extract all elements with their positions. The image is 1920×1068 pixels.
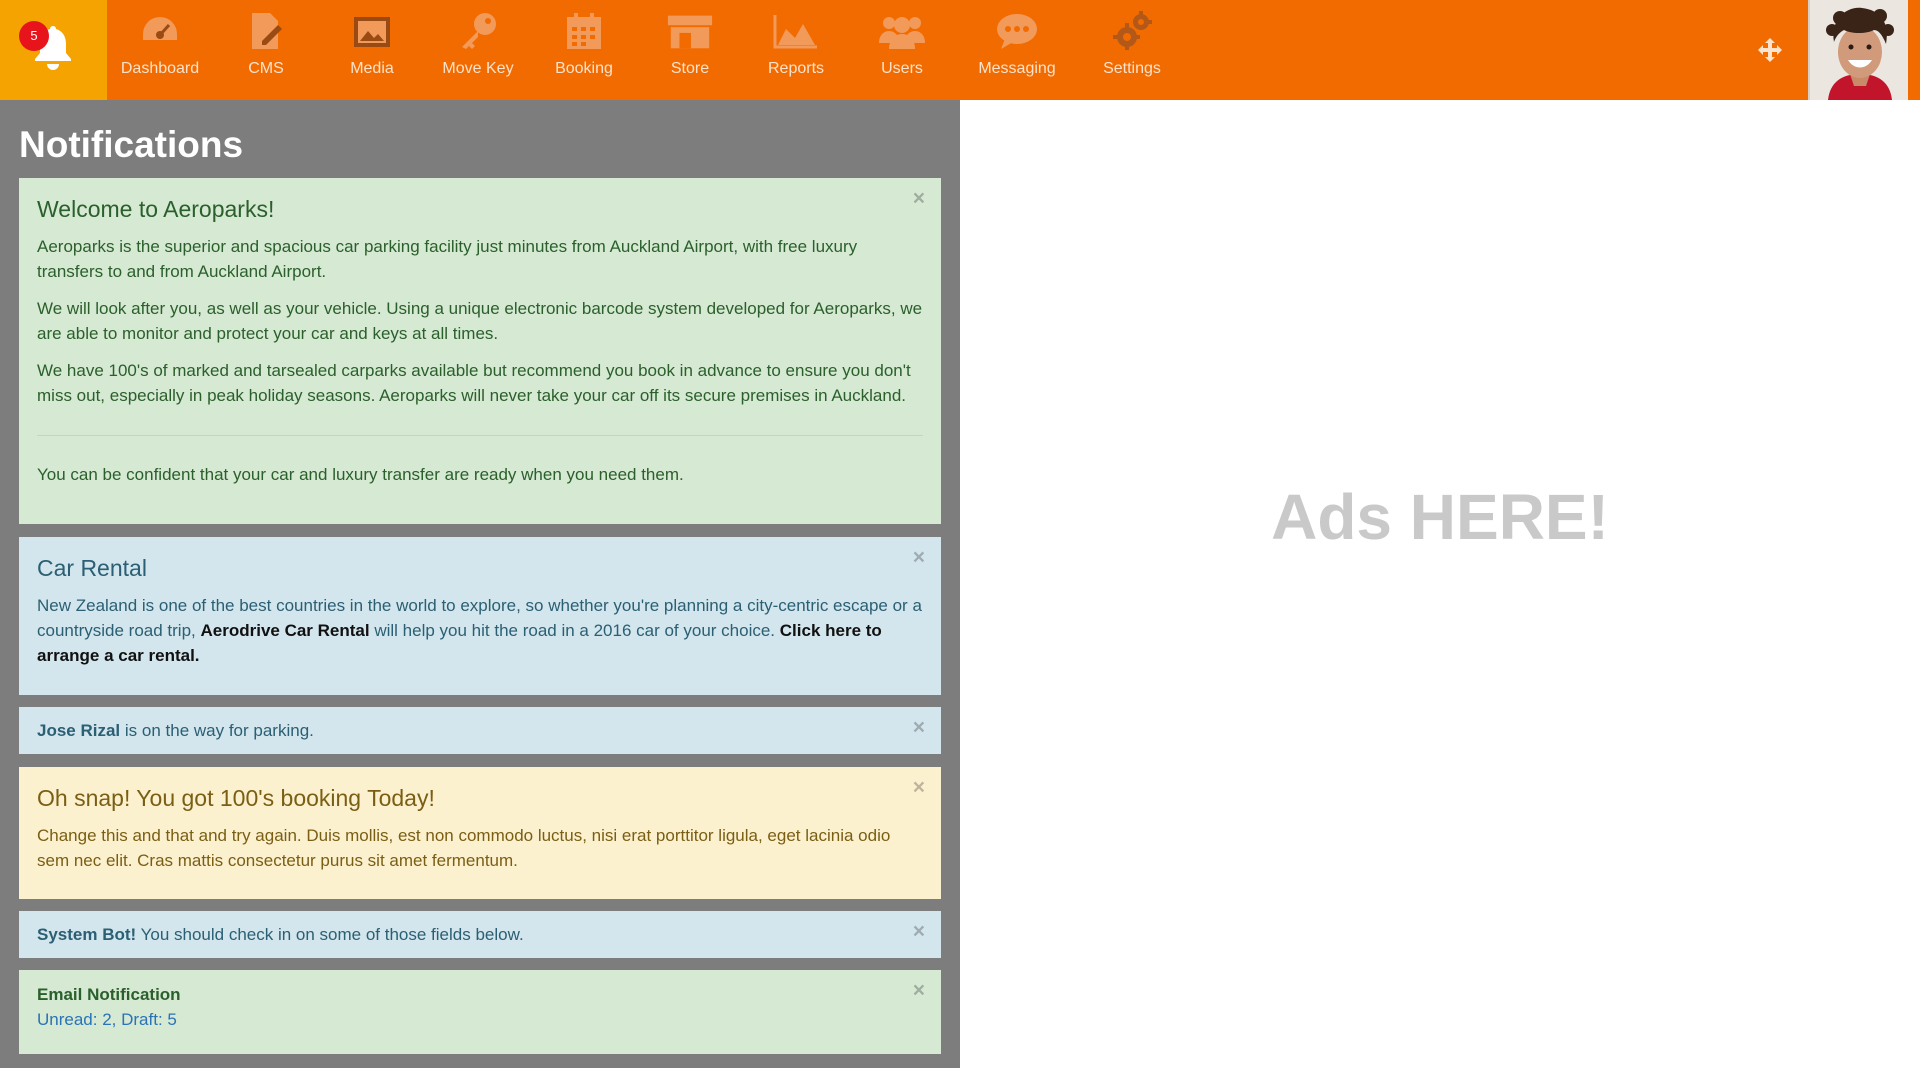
nav-item-cms[interactable]: CMS <box>213 0 319 100</box>
nav-label: CMS <box>248 60 284 77</box>
page-title: Notifications <box>19 124 244 165</box>
cms-document-edit-icon <box>242 10 290 52</box>
move-arrows-icon[interactable] <box>1757 37 1783 63</box>
notification-text: System Bot! You should check in on some … <box>37 924 923 946</box>
main-nav: Dashboard CMS Media Move Key Booking Sto… <box>107 0 1185 100</box>
notification-text: Change this and that and try again. Duis… <box>37 826 891 870</box>
nav-item-store[interactable]: Store <box>637 0 743 100</box>
divider <box>37 435 923 436</box>
notification-text: Jose Rizal is on the way for parking. <box>37 720 923 742</box>
nav-item-reports[interactable]: Reports <box>743 0 849 100</box>
nav-label: Booking <box>555 60 613 77</box>
close-icon[interactable]: × <box>913 979 925 1003</box>
nav-item-users[interactable]: Users <box>849 0 955 100</box>
nav-label: Dashboard <box>120 60 200 77</box>
bot-name: System Bot! <box>37 925 137 944</box>
nav-item-settings[interactable]: Settings <box>1079 0 1185 100</box>
email-notification-title: Email Notification <box>37 985 181 1004</box>
notifications-bell-button[interactable]: 5 <box>0 0 107 100</box>
nav-label: Move Key <box>442 60 514 77</box>
notification-text: Aeroparks is the superior and spacious c… <box>37 237 858 281</box>
car-rental-notification: × Car Rental New Zealand is one of the b… <box>19 537 941 695</box>
nav-label: Reports <box>767 60 825 77</box>
nav-label: Media <box>350 60 394 77</box>
nav-label: Messaging <box>978 60 1056 77</box>
notification-text: We have 100's of marked and tarsealed ca… <box>37 361 911 405</box>
close-icon[interactable]: × <box>913 187 925 211</box>
gears-icon <box>1108 10 1156 52</box>
bot-text: You should check in on some of those fie… <box>140 925 524 944</box>
close-icon[interactable]: × <box>913 776 925 800</box>
top-navigation-bar: 5 Dashboard CMS Media Move Key Booking S… <box>0 0 1920 100</box>
notification-heading: Oh snap! You got 100's booking Today! <box>37 785 435 811</box>
rental-brand: Aerodrive Car Rental <box>200 621 370 640</box>
rental-text: will help you hit the road in a 2016 car… <box>374 621 776 640</box>
system-bot-notification: × System Bot! You should check in on som… <box>19 911 941 958</box>
nav-label: Store <box>670 60 710 77</box>
area-chart-icon <box>772 10 820 52</box>
booking-notification: × Oh snap! You got 100's booking Today! … <box>19 767 941 899</box>
nav-label: Settings <box>1103 60 1161 77</box>
users-icon <box>878 10 926 52</box>
ads-area: Ads HERE! <box>960 100 1920 1068</box>
nav-item-media[interactable]: Media <box>319 0 425 100</box>
notification-heading: Car Rental <box>37 555 147 581</box>
nav-item-move-key[interactable]: Move Key <box>425 0 531 100</box>
dashboard-gauge-icon <box>136 10 184 52</box>
parking-notification: × Jose Rizal is on the way for parking. <box>19 707 941 754</box>
notification-text: New Zealand is one of the best countries… <box>37 593 923 668</box>
nav-item-dashboard[interactable]: Dashboard <box>107 0 213 100</box>
nav-item-booking[interactable]: Booking <box>531 0 637 100</box>
notification-text: We will look after you, as well as your … <box>37 299 923 343</box>
notification-text: You can be confident that your car and l… <box>37 465 684 484</box>
nav-label: Users <box>881 60 923 77</box>
email-counts-link[interactable]: Unread: 2, Draft: 5 <box>37 1007 923 1033</box>
notification-count-badge: 5 <box>19 21 49 51</box>
chat-bubbles-icon <box>993 10 1041 52</box>
close-icon[interactable]: × <box>913 716 925 740</box>
email-notification: × Email Notification Unread: 2, Draft: 5 <box>19 970 941 1054</box>
calendar-icon <box>560 10 608 52</box>
notification-heading: Welcome to Aeroparks! <box>37 196 275 222</box>
close-icon[interactable]: × <box>913 920 925 944</box>
nav-item-messaging[interactable]: Messaging <box>955 0 1079 100</box>
key-icon <box>454 10 502 52</box>
user-name: Jose Rizal <box>37 721 121 740</box>
user-avatar[interactable] <box>1808 0 1908 100</box>
parking-text: is on the way for parking. <box>124 721 314 740</box>
ads-placeholder-text: Ads HERE! <box>1271 481 1609 553</box>
close-icon[interactable]: × <box>913 546 925 570</box>
welcome-notification: × Welcome to Aeroparks! Aeroparks is the… <box>19 178 941 524</box>
store-icon <box>666 10 714 52</box>
media-image-icon <box>348 10 396 52</box>
